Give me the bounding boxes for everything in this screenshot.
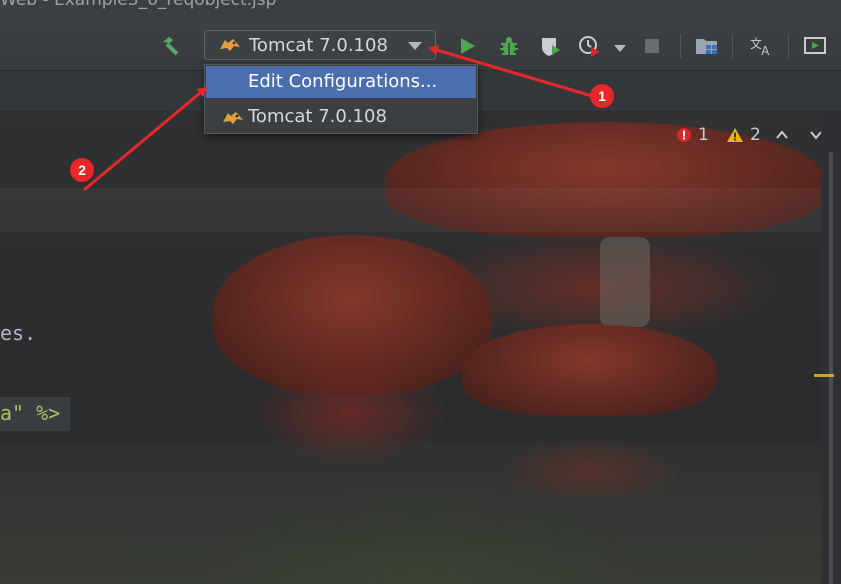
annotation-arrows [83,45,593,192]
annotation-arrow-1 [428,45,593,98]
annotation-arrow-2 [83,86,208,192]
annotation-badge-2: 2 [70,158,94,182]
annotation-badge-1: 1 [590,84,614,108]
